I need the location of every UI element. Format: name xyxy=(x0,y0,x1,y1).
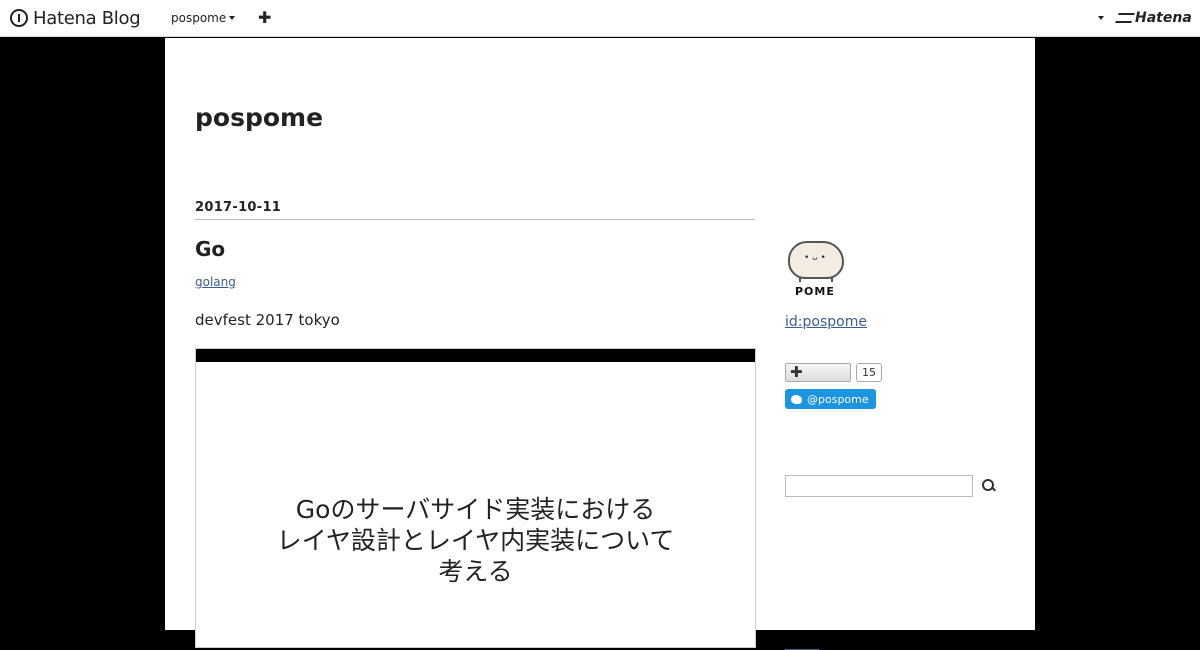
blog-entry: 2017-10-11 Go golang devfest 2017 tokyo … xyxy=(195,200,756,648)
plus-icon: ✚ xyxy=(258,8,272,27)
logo-text: Hatena Blog xyxy=(33,7,141,29)
blog-page: pospome 2017-10-11 Go golang devfest 201… xyxy=(165,38,1035,650)
twitter-bird-icon xyxy=(791,394,802,404)
search-form xyxy=(785,475,1005,497)
entry-category-link[interactable]: golang xyxy=(195,275,236,289)
twitter-follow-button[interactable]: @pospome xyxy=(785,389,876,409)
plus-icon: ✚ xyxy=(790,363,803,381)
user-id-link[interactable]: id:pospome xyxy=(785,314,867,330)
user-menu-chevron-down-icon[interactable] xyxy=(1098,16,1104,20)
add-star-button[interactable]: ✚ xyxy=(785,363,851,382)
slide-title-line: Goのサーバサイド実装における xyxy=(295,495,656,524)
sheep-icon: • ᴗ • xyxy=(788,241,844,279)
hatena-logo-text: Hatena xyxy=(1135,10,1192,26)
avatar-label: POME xyxy=(795,285,835,298)
hatena-logo[interactable]: Hatena xyxy=(1115,10,1192,26)
entry-date[interactable]: 2017-10-11 xyxy=(195,200,755,220)
hatena-star-row: ✚ 15 xyxy=(785,363,1005,382)
entry-title[interactable]: Go xyxy=(195,237,755,261)
site-title[interactable]: pospome xyxy=(195,103,323,132)
slide-title-line: 考える xyxy=(438,557,513,586)
sheep-face-icon: • ᴗ • xyxy=(804,253,826,263)
avatar[interactable]: • ᴗ • POME xyxy=(785,238,851,300)
embedded-slide[interactable]: Goのサーバサイド実装における レイヤ設計とレイヤ内実装について 考える xyxy=(195,348,756,648)
hatena-blog-logo-icon xyxy=(10,9,28,27)
chevron-down-icon xyxy=(229,16,236,20)
blog-selector-label: pospome xyxy=(171,11,227,25)
top-navigation-bar: Hatena Blog pospome ✚ Hatena xyxy=(0,0,1200,37)
sheep-legs-icon xyxy=(799,277,833,282)
hatena-blog-logo[interactable]: Hatena Blog xyxy=(10,7,141,29)
slide-title: Goのサーバサイド実装における レイヤ設計とレイヤ内実装について 考える xyxy=(196,494,755,587)
star-count-badge[interactable]: 15 xyxy=(856,363,882,382)
search-button[interactable] xyxy=(982,479,996,493)
search-input[interactable] xyxy=(785,475,973,497)
entry-body-text: devfest 2017 tokyo xyxy=(195,311,340,329)
twitter-follow-label: @pospome xyxy=(807,392,869,406)
slide-title-line: レイヤ設計とレイヤ内実装について xyxy=(276,526,675,555)
hatena-mark-icon xyxy=(1115,13,1135,23)
slide-header-bar xyxy=(196,349,755,362)
blog-selector-dropdown[interactable]: pospome xyxy=(171,11,236,25)
search-icon-handle xyxy=(991,486,996,492)
new-post-button[interactable]: ✚ xyxy=(258,9,271,27)
sidebar: • ᴗ • POME id:pospome ✚ 15 @pospome xyxy=(785,238,1005,650)
